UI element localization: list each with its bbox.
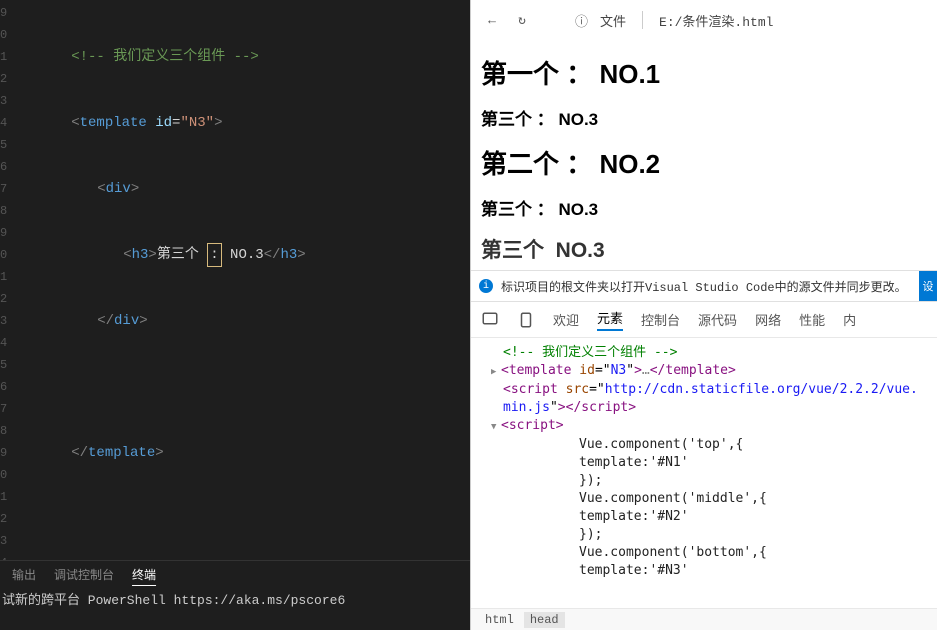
devtools-tab-performance[interactable]: 性能	[799, 310, 825, 329]
devtools-breadcrumb: html head	[471, 608, 937, 630]
expand-icon[interactable]: ▼	[491, 418, 501, 436]
terminal-tab-debug[interactable]: 调试控制台	[54, 566, 114, 583]
expand-icon[interactable]: ▶	[491, 363, 501, 381]
devtools-tab-more[interactable]: 内	[843, 310, 856, 329]
devtools-tab-welcome[interactable]: 欢迎	[553, 310, 579, 329]
terminal-tabs: 输出 调试控制台 终端	[0, 560, 470, 588]
page-heading-3a: 第三个 ： NO.3	[481, 105, 927, 130]
editor-pane: 90123456789012345678901234 <!-- 我们定义三个组件…	[0, 0, 470, 630]
devtools-tab-elements[interactable]: 元素	[597, 308, 623, 331]
page-heading-cut: 第三个 NO.3	[481, 234, 927, 264]
separator	[642, 11, 643, 29]
code-body[interactable]: <!-- 我们定义三个组件 --> <template id="N3"> <di…	[11, 0, 470, 560]
code-comment: <!-- 我们定义三个组件 -->	[71, 46, 259, 68]
terminal-tab-output[interactable]: 输出	[12, 566, 36, 583]
devtools-tab-network[interactable]: 网络	[755, 310, 781, 329]
device-icon[interactable]	[517, 311, 535, 329]
info-icon[interactable]: ⓘ	[575, 11, 588, 30]
refresh-icon[interactable]: ↻	[513, 11, 531, 29]
terminal-body[interactable]: 试新的跨平台 PowerShell https://aka.ms/pscore6	[0, 588, 470, 630]
browser-pane: ← ↻ ⓘ 文件 E:/条件渲染.html 第一个 ： NO.1 第三个 ： N…	[470, 0, 937, 630]
code-editor[interactable]: 90123456789012345678901234 <!-- 我们定义三个组件…	[0, 0, 470, 560]
address-bar: ← ↻ ⓘ 文件 E:/条件渲染.html	[471, 0, 937, 40]
info-banner-action[interactable]: 设	[919, 271, 937, 301]
url-label: 文件	[600, 11, 626, 30]
page-heading-1: 第一个 ： NO.1	[481, 54, 927, 91]
devtools-tabs: 欢迎 元素 控制台 源代码 网络 性能 内	[471, 302, 937, 338]
crumb-head[interactable]: head	[524, 612, 565, 628]
line-number-gutter: 90123456789012345678901234	[0, 0, 11, 560]
info-icon-dot: i	[479, 279, 493, 293]
devtools-tab-sources[interactable]: 源代码	[698, 310, 737, 329]
page-heading-2: 第二个 ： NO.2	[481, 144, 927, 181]
devtools-elements-tree[interactable]: <!-- 我们定义三个组件 --> ▶<template id="N3">…</…	[471, 338, 937, 608]
page-heading-3b: 第三个 ： NO.3	[481, 195, 927, 220]
back-icon[interactable]: ←	[483, 11, 501, 29]
devtools-tab-console[interactable]: 控制台	[641, 310, 680, 329]
crumb-html[interactable]: html	[479, 612, 520, 628]
rendered-page: 第一个 ： NO.1 第三个 ： NO.3 第二个 ： NO.2 第三个 ： N…	[471, 40, 937, 270]
url-path[interactable]: E:/条件渲染.html	[659, 11, 773, 30]
inspect-icon[interactable]	[481, 311, 499, 329]
info-banner: i 标识项目的根文件夹以打开Visual Studio Code中的源文件并同步…	[471, 270, 937, 302]
info-banner-text: 标识项目的根文件夹以打开Visual Studio Code中的源文件并同步更改…	[501, 278, 911, 295]
terminal-tab-terminal[interactable]: 终端	[132, 566, 156, 583]
